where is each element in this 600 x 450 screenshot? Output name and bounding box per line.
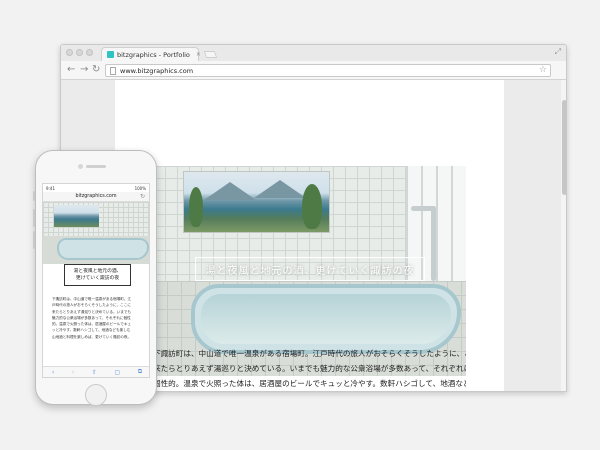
bookmarks-icon[interactable]: ▢ bbox=[115, 369, 121, 376]
phone-hero-photo bbox=[43, 202, 149, 264]
mute-switch bbox=[33, 191, 35, 201]
minimize-window-button[interactable] bbox=[76, 49, 83, 56]
article-line: 個性的。温泉で火照った体は、居酒屋のビールでキュッと冷やす。数軒ハシゴして、地酒… bbox=[153, 379, 466, 388]
front-camera bbox=[78, 164, 83, 169]
lake-mural bbox=[54, 205, 99, 227]
phone-status-bar: 9:41 100% bbox=[43, 184, 149, 192]
address-url: www.bitzgraphics.com bbox=[120, 66, 194, 75]
address-bar[interactable]: www.bitzgraphics.com ☆ bbox=[105, 64, 551, 77]
lake-mural bbox=[183, 171, 330, 233]
forward-arrow-icon[interactable]: → bbox=[80, 64, 88, 76]
share-icon[interactable]: ⇧ bbox=[92, 369, 97, 376]
status-battery: 100% bbox=[134, 185, 146, 191]
phone-article-line: 山地酒と料理を楽しめば、更けていく諏訪の夜。 bbox=[52, 334, 132, 339]
iphone-device: 9:41 100% bitzgraphics.com ↻ 湯と夜風と地元の酒、 … bbox=[33, 150, 157, 406]
browser-tab[interactable]: bitzgraphics - Portfolio × bbox=[101, 47, 201, 61]
bitzgraphics-favicon-icon bbox=[107, 51, 114, 58]
bath-water bbox=[201, 294, 451, 344]
tab-title: bitzgraphics - Portfolio bbox=[117, 50, 190, 59]
phone-address-bar[interactable]: bitzgraphics.com ↻ bbox=[43, 192, 149, 202]
browser-toolbar: ← → ↻ www.bitzgraphics.com ☆ bbox=[61, 61, 566, 80]
article-line: 下諏訪町は、中山道で唯一温泉がある宿場町。江戸時代の旅人がおそらくそうしたように… bbox=[153, 349, 466, 358]
mural-mountain bbox=[254, 180, 306, 198]
hero-caption-box: 湯と夜風と地元の酒、更けていく諏訪の夜 bbox=[195, 257, 425, 281]
phone-caption-box: 湯と夜風と地元の酒、 更けていく諏訪の夜 bbox=[64, 264, 131, 286]
phone-caption-line: 更けていく諏訪の夜 bbox=[75, 276, 120, 281]
mural-mountain bbox=[204, 182, 256, 200]
phone-url: bitzgraphics.com bbox=[75, 194, 117, 199]
bath-tub bbox=[57, 238, 149, 260]
home-button[interactable] bbox=[85, 384, 107, 406]
phone-back-icon[interactable]: ‹ bbox=[52, 369, 54, 376]
article-line: 来たらとりあえず湯巡りと決めている。いまでも魅力的な公衆浴場が多数あって、それぞ… bbox=[153, 364, 466, 373]
tab-close-icon[interactable]: × bbox=[196, 51, 201, 58]
phone-caption-line: 湯と夜風と地元の酒、 bbox=[73, 269, 122, 274]
volume-down-button bbox=[33, 231, 35, 249]
hero-photo-bath: 湯と夜風と地元の酒、更けていく諏訪の夜 bbox=[153, 166, 466, 376]
browser-titlebar: bitzgraphics - Portfolio × ⤢ bbox=[61, 45, 566, 61]
phone-article-line: 来たらとりあえず湯巡りと決めている。いまでも bbox=[52, 309, 132, 314]
page-icon bbox=[110, 66, 116, 75]
window-controls bbox=[66, 49, 93, 56]
earpiece-speaker bbox=[86, 165, 106, 168]
new-tab-button[interactable] bbox=[203, 51, 218, 58]
mural-tree bbox=[189, 187, 203, 227]
phone-forward-icon[interactable]: › bbox=[72, 369, 74, 376]
hero-caption-text: 湯と夜風と地元の酒、更けていく諏訪の夜 bbox=[205, 265, 415, 277]
hot-water-pipe-bend bbox=[411, 206, 436, 211]
zoom-window-button[interactable] bbox=[86, 49, 93, 56]
volume-up-button bbox=[33, 209, 35, 227]
reload-icon[interactable]: ↻ bbox=[92, 64, 100, 76]
phone-screen: 9:41 100% bitzgraphics.com ↻ 湯と夜風と地元の酒、 … bbox=[42, 183, 150, 378]
article-body-text: 下諏訪町は、中山道で唯一温泉がある宿場町。江戸時代の旅人がおそらくそうしたように… bbox=[153, 346, 466, 391]
phone-article-body: 下諏訪町は、中山道で唯一温泉がある宿場町。江 戸時代の旅人がおそらくそうしたよう… bbox=[52, 296, 144, 340]
bookmark-star-icon[interactable]: ☆ bbox=[539, 65, 547, 76]
bath-tub bbox=[191, 284, 461, 354]
safari-bottom-toolbar: ‹ › ⇧ ▢ ⧉ bbox=[43, 366, 149, 377]
hot-water-pipe bbox=[431, 206, 436, 281]
mural-tree bbox=[302, 184, 322, 229]
tabs-icon[interactable]: ⧉ bbox=[138, 368, 142, 376]
close-window-button[interactable] bbox=[66, 49, 73, 56]
phone-article-line: 戸時代の旅人がおそらくそうしたように、ここに bbox=[52, 303, 131, 308]
scrollbar-thumb[interactable] bbox=[562, 100, 566, 195]
phone-reload-icon[interactable]: ↻ bbox=[140, 193, 145, 200]
status-time: 9:41 bbox=[46, 185, 55, 191]
phone-article-line: ッと冷やす。数軒ハシゴして、地酒なども楽しむ bbox=[52, 328, 131, 333]
back-arrow-icon[interactable]: ← bbox=[67, 64, 75, 76]
fullscreen-icon[interactable]: ⤢ bbox=[555, 47, 561, 57]
vertical-scrollbar[interactable] bbox=[561, 80, 566, 391]
